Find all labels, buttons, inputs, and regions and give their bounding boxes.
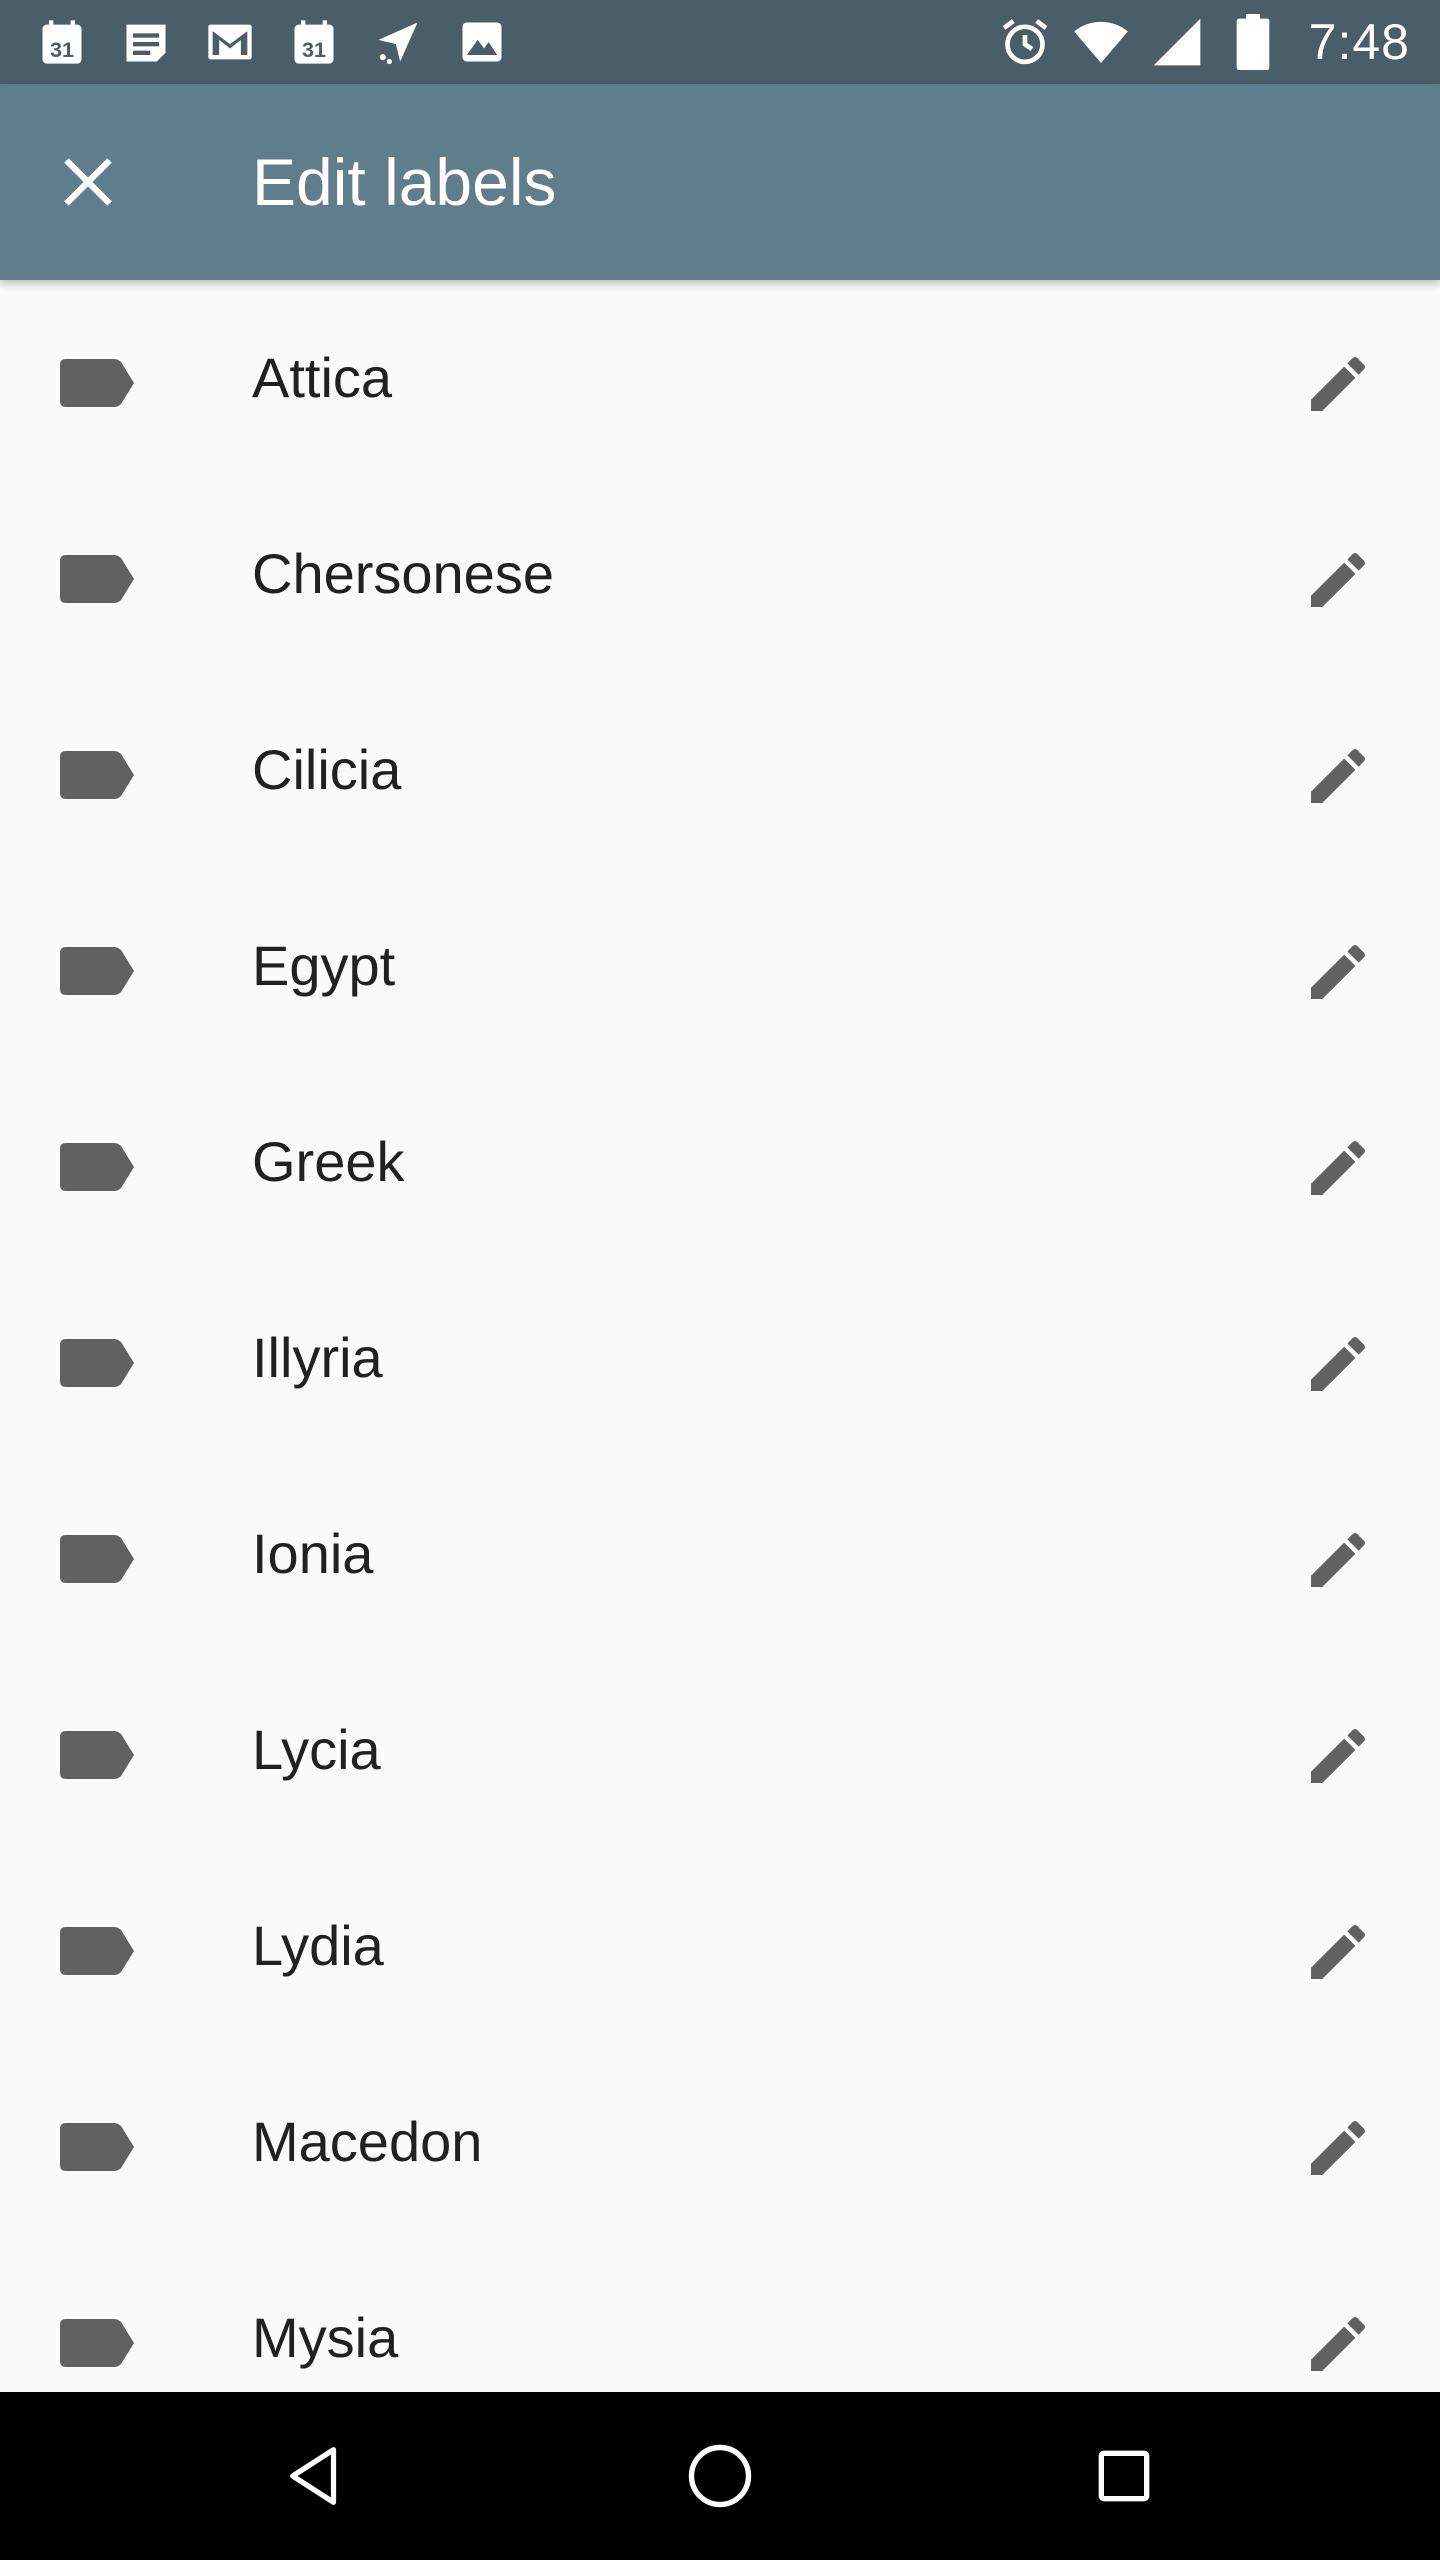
pencil-icon (1311, 944, 1366, 999)
label-row: Illyria (0, 1260, 1440, 1456)
label-list: Attica Chersonese Cilicia Egypt Greek Illyria… (0, 280, 1440, 2392)
label-row: Lydia (0, 1848, 1440, 2044)
edit-label-button[interactable] (1300, 2306, 1376, 2382)
edit-label-button[interactable] (1300, 542, 1376, 618)
location-icon (370, 14, 426, 70)
image-icon (454, 14, 510, 70)
navigation-bar (0, 2392, 1440, 2560)
svg-text:31: 31 (302, 37, 326, 62)
label-row: Lycia (0, 1652, 1440, 1848)
label-icon (60, 751, 134, 799)
pencil-icon (1311, 1336, 1366, 1391)
edit-label-button[interactable] (1300, 1914, 1376, 1990)
label-icon (60, 1339, 134, 1387)
edit-label-button[interactable] (1300, 1326, 1376, 1402)
notification-icons: 31 31 (34, 14, 510, 70)
label-row: Chersonese (0, 476, 1440, 672)
label-row: Greek (0, 1064, 1440, 1260)
pencil-icon (1311, 552, 1366, 607)
news-icon (118, 14, 174, 70)
pencil-icon (1311, 1728, 1366, 1783)
page-title: Edit labels (252, 145, 557, 219)
label-name: Greek (252, 1130, 405, 1193)
calendar-icon: 31 (34, 14, 90, 70)
label-icon (60, 2319, 134, 2367)
edit-label-button[interactable] (1300, 1130, 1376, 1206)
label-name: Illyria (252, 1326, 383, 1389)
status-time: 7:48 (1308, 14, 1410, 70)
svg-text:31: 31 (50, 37, 74, 62)
label-row: Ionia (0, 1456, 1440, 1652)
close-button[interactable] (50, 144, 126, 220)
recents-button[interactable] (1084, 2436, 1164, 2516)
edit-label-button[interactable] (1300, 1522, 1376, 1598)
calendar-icon: 31 (286, 14, 342, 70)
wifi-icon (1073, 14, 1129, 70)
recents-icon (1098, 2450, 1150, 2502)
label-icon (60, 1143, 134, 1191)
label-icon (60, 947, 134, 995)
pencil-icon (1311, 1140, 1366, 1195)
label-name: Lycia (252, 1718, 381, 1781)
label-row: Cilicia (0, 672, 1440, 868)
label-name: Cilicia (252, 738, 402, 801)
label-row: Attica (0, 280, 1440, 476)
label-icon (60, 359, 134, 407)
label-icon (60, 555, 134, 603)
gmail-icon (202, 14, 258, 70)
home-button[interactable] (680, 2436, 760, 2516)
back-button[interactable] (276, 2436, 356, 2516)
pencil-icon (1311, 1532, 1366, 1587)
pencil-icon (1311, 1924, 1366, 1979)
label-name: Attica (252, 346, 393, 409)
label-name: Mysia (252, 2306, 399, 2369)
edit-label-button[interactable] (1300, 346, 1376, 422)
label-row: Mysia (0, 2240, 1440, 2392)
label-name: Ionia (252, 1522, 374, 1585)
label-name: Chersonese (252, 542, 554, 605)
edit-label-button[interactable] (1300, 738, 1376, 814)
status-bar: 31 31 7:48 (0, 0, 1440, 84)
edit-label-button[interactable] (1300, 2110, 1376, 2186)
alarm-icon (997, 14, 1053, 70)
pencil-icon (1311, 2120, 1366, 2175)
label-name: Lydia (252, 1914, 384, 1977)
pencil-icon (1311, 748, 1366, 803)
close-icon (64, 158, 112, 206)
edit-label-button[interactable] (1300, 934, 1376, 1010)
system-icons: 7:48 (997, 12, 1410, 72)
back-icon (290, 2447, 337, 2505)
label-row: Egypt (0, 868, 1440, 1064)
label-name: Egypt (252, 934, 396, 997)
label-icon (60, 1535, 134, 1583)
label-icon (60, 1927, 134, 1975)
home-icon (688, 2444, 752, 2508)
label-icon (60, 1731, 134, 1779)
edit-label-button[interactable] (1300, 1718, 1376, 1794)
app-bar: Edit labels (0, 84, 1440, 280)
label-icon (60, 2123, 134, 2171)
signal-icon (1149, 14, 1205, 70)
pencil-icon (1311, 2316, 1366, 2371)
label-name: Macedon (252, 2110, 483, 2173)
pencil-icon (1311, 356, 1366, 411)
battery-icon (1225, 14, 1281, 70)
label-row: Macedon (0, 2044, 1440, 2240)
